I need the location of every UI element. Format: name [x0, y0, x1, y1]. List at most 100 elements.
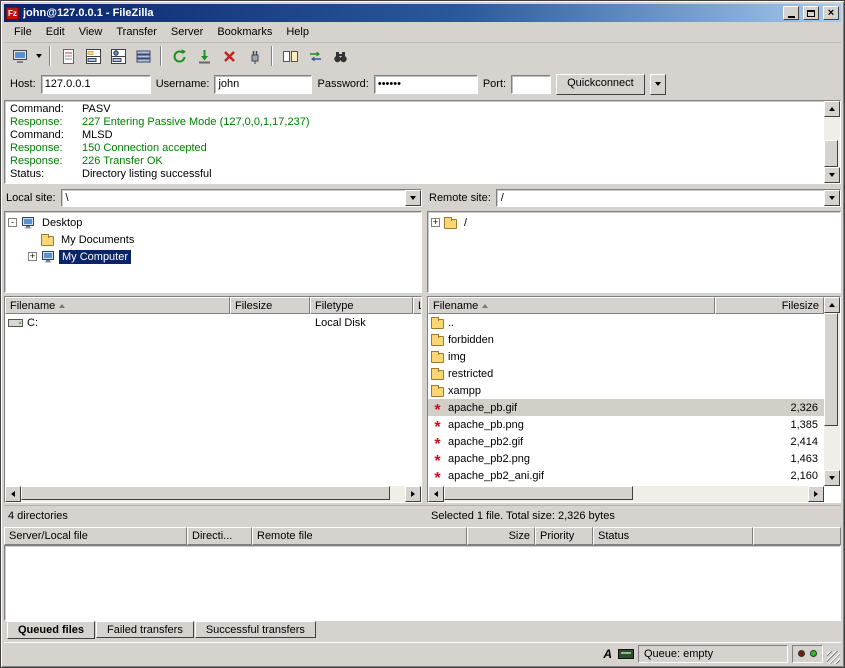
scroll-track[interactable]: [21, 486, 405, 502]
tree-item-root[interactable]: /: [431, 214, 837, 231]
column-header-filename[interactable]: Filename: [428, 297, 715, 314]
column-header-server-local-file[interactable]: Server/Local file: [4, 527, 187, 545]
local-file-row[interactable]: C: Local Disk: [5, 314, 421, 331]
remote-directory-tree[interactable]: /: [427, 211, 841, 293]
column-header-lastmodified[interactable]: L: [413, 297, 421, 314]
tree-item-my-computer[interactable]: My Computer: [28, 248, 418, 265]
site-manager-dropdown-button[interactable]: [33, 44, 44, 68]
host-input[interactable]: [41, 75, 151, 94]
local-site-combobox[interactable]: \: [61, 189, 422, 207]
queue-body[interactable]: [4, 545, 841, 621]
quickconnect-button[interactable]: Quickconnect: [556, 74, 645, 95]
username-input[interactable]: [214, 75, 312, 94]
menu-bookmarks[interactable]: Bookmarks: [210, 23, 279, 41]
menu-help[interactable]: Help: [279, 23, 316, 41]
cancel-button[interactable]: [217, 44, 241, 68]
file-name: apache_pb.png: [448, 419, 524, 431]
remote-file-row-selected[interactable]: apache_pb.gif2,326: [428, 399, 824, 416]
remote-file-row[interactable]: xampp: [428, 382, 824, 399]
toggle-message-log-button[interactable]: [56, 44, 80, 68]
scroll-track[interactable]: [444, 486, 808, 502]
process-queue-button[interactable]: [192, 44, 216, 68]
scroll-track[interactable]: [824, 117, 840, 167]
remote-site-dropdown-button[interactable]: [824, 190, 840, 206]
scroll-track[interactable]: [824, 313, 840, 470]
tree-item-desktop[interactable]: Desktop: [8, 214, 418, 231]
remote-file-row[interactable]: apache_pb2.png1,463: [428, 450, 824, 467]
tab-queued-files[interactable]: Queued files: [7, 621, 95, 639]
toggle-remote-tree-button[interactable]: [106, 44, 130, 68]
local-horizontal-scrollbar[interactable]: [5, 486, 421, 502]
collapse-icon[interactable]: [8, 218, 17, 227]
log-scrollbar[interactable]: [824, 101, 840, 183]
remote-file-row[interactable]: img: [428, 348, 824, 365]
column-header-size[interactable]: Size: [467, 527, 535, 545]
remote-list-body[interactable]: .. forbidden img restricted xampp apache…: [428, 314, 824, 486]
scroll-thumb[interactable]: [824, 313, 838, 426]
titlebar[interactable]: Fz john@127.0.0.1 - FileZilla: [4, 4, 841, 22]
close-button[interactable]: [823, 6, 839, 20]
scroll-thumb[interactable]: [444, 486, 633, 500]
expand-icon[interactable]: [431, 218, 440, 227]
remote-file-row[interactable]: ..: [428, 314, 824, 331]
scroll-right-button[interactable]: [808, 486, 824, 502]
scroll-down-button[interactable]: [824, 470, 840, 486]
resize-grip[interactable]: [827, 651, 840, 664]
remote-file-row[interactable]: forbidden: [428, 331, 824, 348]
scroll-thumb[interactable]: [824, 140, 838, 168]
local-site-dropdown-button[interactable]: [405, 190, 421, 206]
column-header-filesize[interactable]: Filesize: [715, 297, 824, 314]
synchronized-browsing-button[interactable]: [303, 44, 327, 68]
remote-site-bar: Remote site: /: [427, 189, 841, 207]
log-text: 150 Connection accepted: [82, 142, 207, 155]
disconnect-button[interactable]: [242, 44, 266, 68]
remote-site-combobox[interactable]: /: [496, 189, 841, 207]
remote-file-row[interactable]: restricted: [428, 365, 824, 382]
tab-failed-transfers[interactable]: Failed transfers: [96, 621, 194, 638]
menu-edit[interactable]: Edit: [39, 23, 72, 41]
refresh-button[interactable]: [167, 44, 191, 68]
column-header-remote-file[interactable]: Remote file: [252, 527, 467, 545]
maximize-button[interactable]: [803, 6, 819, 20]
remote-vertical-scrollbar[interactable]: [824, 297, 840, 486]
scroll-thumb[interactable]: [21, 486, 390, 500]
scroll-down-button[interactable]: [824, 167, 840, 183]
column-header-status[interactable]: Status: [593, 527, 753, 545]
password-input[interactable]: [374, 75, 478, 94]
quickconnect-dropdown-button[interactable]: [650, 74, 666, 95]
remote-file-row[interactable]: apache_pb2.gif2,414: [428, 433, 824, 450]
remote-file-row[interactable]: apache_pb.png1,385: [428, 416, 824, 433]
scroll-right-button[interactable]: [405, 486, 421, 502]
find-files-button[interactable]: [328, 44, 352, 68]
column-header-filetype[interactable]: Filetype: [310, 297, 413, 314]
site-manager-button[interactable]: [8, 44, 32, 68]
remote-file-row[interactable]: apache_pb2_ani.gif2,160: [428, 467, 824, 484]
remote-horizontal-scrollbar[interactable]: [428, 486, 824, 502]
column-header-direction[interactable]: Directi...: [187, 527, 252, 545]
expand-icon[interactable]: [28, 252, 37, 261]
toggle-local-tree-button[interactable]: [81, 44, 105, 68]
datatype-indicator-icon[interactable]: A: [601, 647, 614, 661]
column-header-filename[interactable]: Filename: [5, 297, 230, 314]
tree-item-my-documents[interactable]: My Documents: [28, 231, 418, 248]
directory-comparison-button[interactable]: [278, 44, 302, 68]
minimize-button[interactable]: [783, 6, 799, 20]
keyboard-indicator-icon[interactable]: [618, 649, 634, 659]
message-log: Command:PASV Response:227 Entering Passi…: [4, 100, 841, 184]
menu-transfer[interactable]: Transfer: [109, 23, 164, 41]
toggle-transfer-queue-button[interactable]: [131, 44, 155, 68]
port-input[interactable]: [511, 75, 551, 94]
scroll-up-button[interactable]: [824, 297, 840, 313]
menu-file[interactable]: File: [7, 23, 39, 41]
column-header-filesize[interactable]: Filesize: [230, 297, 310, 314]
tab-successful-transfers[interactable]: Successful transfers: [195, 621, 316, 638]
local-list-body[interactable]: C: Local Disk: [5, 314, 421, 486]
menu-server[interactable]: Server: [164, 23, 210, 41]
local-directory-tree[interactable]: Desktop My Documents My Computer: [4, 211, 422, 293]
scroll-left-button[interactable]: [5, 486, 21, 502]
menu-view[interactable]: View: [72, 23, 110, 41]
column-header-priority[interactable]: Priority: [535, 527, 593, 545]
image-file-icon: [431, 420, 444, 430]
scroll-up-button[interactable]: [824, 101, 840, 117]
scroll-left-button[interactable]: [428, 486, 444, 502]
